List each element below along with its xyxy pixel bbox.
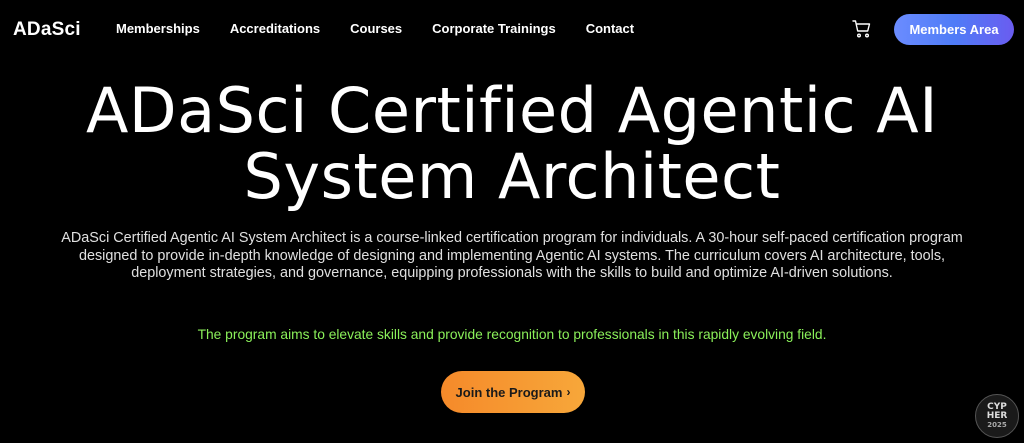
nav-link-corporate-trainings[interactable]: Corporate Trainings xyxy=(432,21,556,36)
join-program-label: Join the Program xyxy=(455,384,563,400)
program-aim-text: The program aims to elevate skills and p… xyxy=(197,327,827,342)
join-program-button[interactable]: Join the Program › xyxy=(441,371,585,413)
members-area-button[interactable]: Members Area xyxy=(894,14,1014,45)
main-menu: Memberships Accreditations Courses Corpo… xyxy=(116,21,664,36)
hero-description: ADaSci Certified Agentic AI System Archi… xyxy=(61,230,963,281)
nav-link-courses[interactable]: Courses xyxy=(350,21,402,36)
chevron-right-icon: › xyxy=(566,385,571,399)
nav-link-contact[interactable]: Contact xyxy=(586,21,634,36)
cypher-2025-badge[interactable]: CYP HER 2025 xyxy=(975,394,1019,438)
badge-line-3: 2025 xyxy=(987,420,1007,429)
nav-link-memberships[interactable]: Memberships xyxy=(116,21,200,36)
cart-icon[interactable] xyxy=(852,20,872,38)
hero-title: ADaSci Certified Agentic AI System Archi… xyxy=(0,78,1024,210)
hero-title-line-2: System Architect xyxy=(243,140,781,213)
hero-title-line-1: ADaSci Certified Agentic AI xyxy=(86,74,938,147)
nav-link-accreditations[interactable]: Accreditations xyxy=(230,21,320,36)
badge-line-2: HER xyxy=(986,410,1008,421)
top-nav: ADaSci Memberships Accreditations Course… xyxy=(0,0,1024,58)
site-logo[interactable]: ADaSci xyxy=(13,19,81,41)
